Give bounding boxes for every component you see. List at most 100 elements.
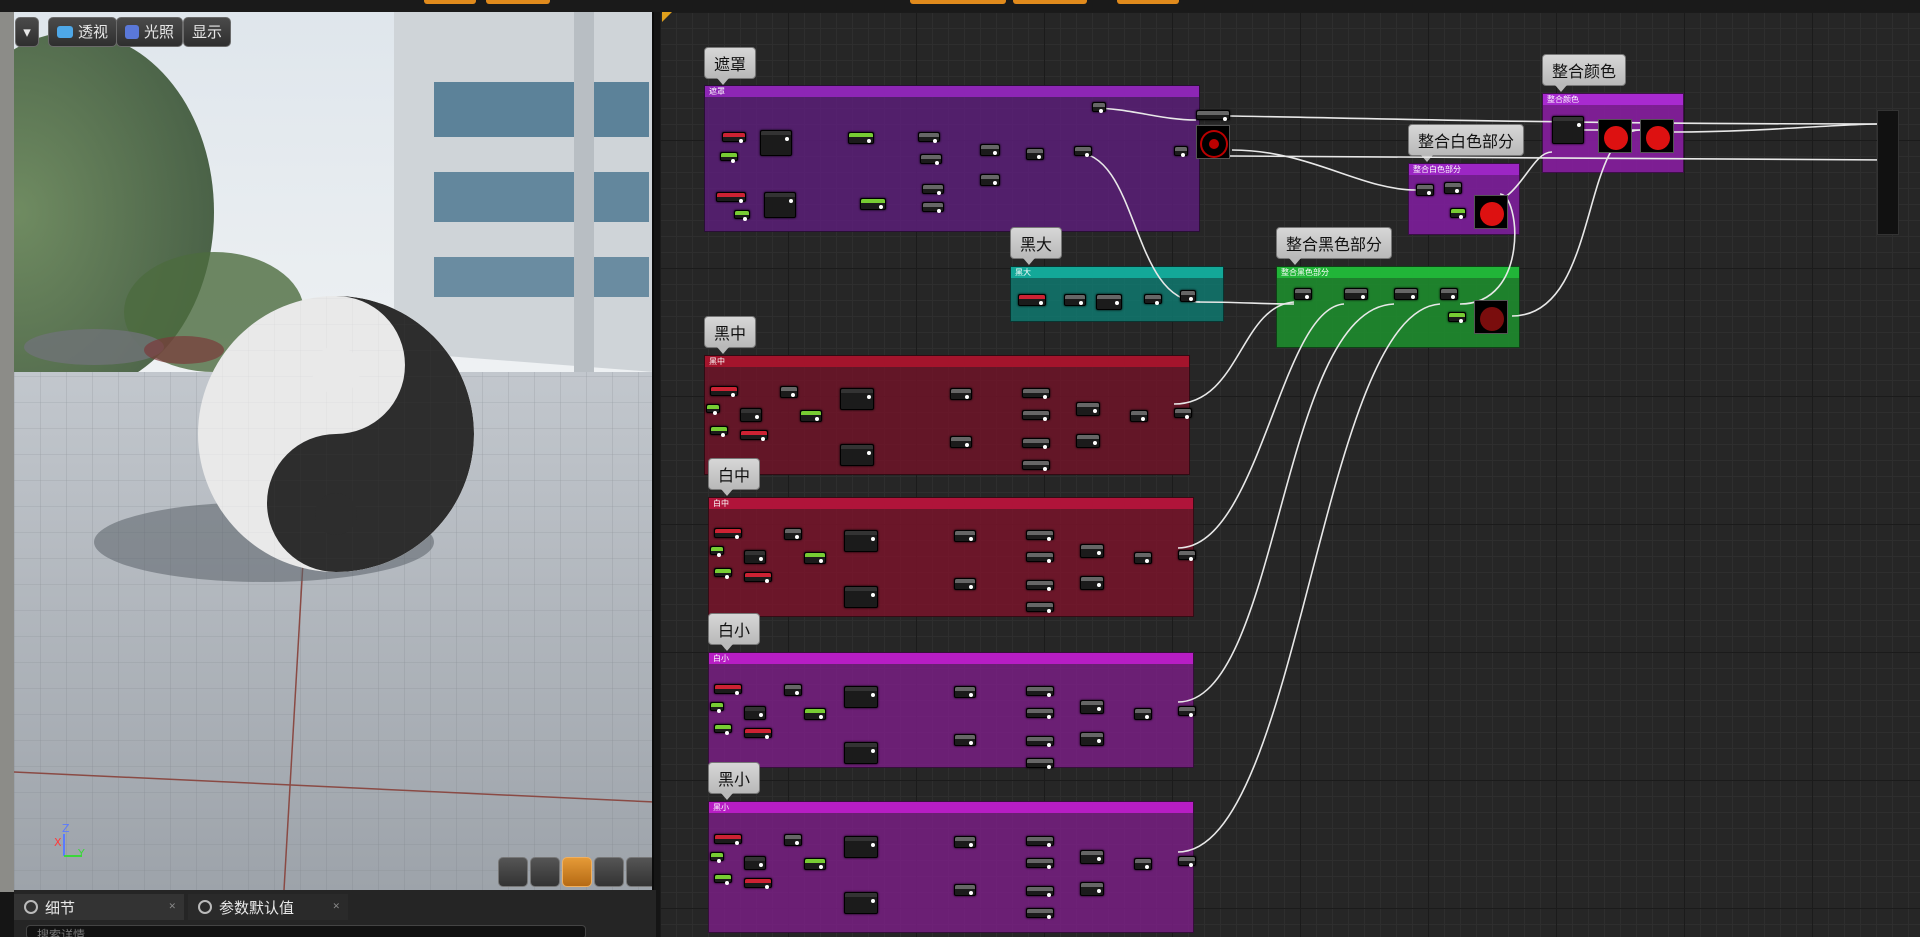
- material-node[interactable]: [1022, 410, 1050, 421]
- output-pin-icon[interactable]: [1427, 191, 1431, 195]
- output-pin-icon[interactable]: [1047, 693, 1051, 697]
- node-preview-merge-color-a[interactable]: [1598, 119, 1632, 153]
- preview-mesh-button[interactable]: [626, 857, 652, 887]
- material-node[interactable]: [954, 734, 976, 746]
- material-node[interactable]: [1196, 110, 1230, 121]
- output-pin-icon[interactable]: [721, 433, 725, 437]
- material-node[interactable]: [1026, 758, 1054, 769]
- node-preview-mask[interactable]: [1196, 125, 1230, 159]
- material-node[interactable]: [1130, 410, 1148, 422]
- material-node[interactable]: [1178, 550, 1196, 561]
- output-pin-icon[interactable]: [735, 535, 739, 539]
- lit-mode-button[interactable]: 光照: [116, 17, 184, 47]
- material-node[interactable]: [1080, 544, 1104, 558]
- close-icon[interactable]: ✕: [332, 902, 340, 912]
- close-icon[interactable]: ✕: [168, 902, 176, 912]
- material-node[interactable]: [1026, 858, 1054, 869]
- material-node[interactable]: [710, 426, 728, 437]
- material-node[interactable]: [918, 132, 940, 143]
- material-node[interactable]: [710, 852, 724, 863]
- material-node[interactable]: [1144, 294, 1162, 305]
- output-pin-icon[interactable]: [965, 443, 969, 447]
- material-node[interactable]: [1344, 288, 1368, 300]
- material-node[interactable]: [1080, 732, 1104, 746]
- output-pin-icon[interactable]: [1185, 415, 1189, 419]
- search-details-input[interactable]: 搜索详情: [26, 925, 586, 937]
- output-pin-icon[interactable]: [1047, 843, 1051, 847]
- material-node[interactable]: [744, 878, 772, 889]
- output-pin-icon[interactable]: [819, 559, 823, 563]
- output-pin-icon[interactable]: [1189, 713, 1193, 717]
- material-node[interactable]: [800, 410, 822, 422]
- output-pin-icon[interactable]: [791, 393, 795, 397]
- output-pin-icon[interactable]: [1141, 417, 1145, 421]
- material-node[interactable]: [1080, 576, 1104, 590]
- output-pin-icon[interactable]: [1043, 417, 1047, 421]
- material-node[interactable]: [844, 586, 878, 608]
- output-pin-icon[interactable]: [867, 139, 871, 143]
- output-pin-icon[interactable]: [1039, 301, 1043, 305]
- preview-plane-button[interactable]: [562, 857, 592, 887]
- material-node[interactable]: [848, 132, 874, 144]
- output-pin-icon[interactable]: [993, 181, 997, 185]
- material-node[interactable]: [804, 708, 826, 720]
- output-pin-icon[interactable]: [879, 205, 883, 209]
- output-pin-icon[interactable]: [1043, 467, 1047, 471]
- output-pin-icon[interactable]: [785, 137, 789, 141]
- output-pin-icon[interactable]: [1145, 559, 1149, 563]
- material-node[interactable]: [1026, 148, 1044, 160]
- material-node[interactable]: [1026, 736, 1054, 747]
- material-node[interactable]: [1450, 208, 1466, 219]
- output-pin-icon[interactable]: [739, 139, 743, 143]
- output-pin-icon[interactable]: [871, 693, 875, 697]
- output-pin-icon[interactable]: [1189, 557, 1193, 561]
- output-pin-icon[interactable]: [969, 741, 973, 745]
- output-pin-icon[interactable]: [1047, 915, 1051, 919]
- toolbar-tab-3[interactable]: [910, 0, 1006, 4]
- output-pin-icon[interactable]: [1097, 551, 1101, 555]
- material-node[interactable]: [1440, 288, 1458, 300]
- toolbar-tab-2[interactable]: [486, 0, 550, 4]
- material-node[interactable]: [1294, 288, 1312, 300]
- material-node[interactable]: [1134, 552, 1152, 564]
- node-preview-merge-white[interactable]: [1474, 195, 1508, 229]
- output-pin-icon[interactable]: [1223, 117, 1227, 121]
- perspective-button[interactable]: 透视: [48, 17, 118, 47]
- material-node[interactable]: [954, 686, 976, 698]
- output-pin-icon[interactable]: [725, 731, 729, 735]
- material-node[interactable]: [706, 404, 720, 415]
- material-node[interactable]: [840, 388, 874, 410]
- material-node[interactable]: [1174, 408, 1192, 419]
- output-pin-icon[interactable]: [1097, 857, 1101, 861]
- material-node[interactable]: [844, 742, 878, 764]
- output-pin-icon[interactable]: [937, 209, 941, 213]
- output-pin-icon[interactable]: [1097, 889, 1101, 893]
- output-pin-icon[interactable]: [1097, 707, 1101, 711]
- output-pin-icon[interactable]: [1145, 715, 1149, 719]
- material-node[interactable]: [980, 174, 1000, 186]
- material-node[interactable]: [954, 578, 976, 590]
- material-node[interactable]: [844, 836, 878, 858]
- material-node[interactable]: [1026, 602, 1054, 613]
- output-pin-icon[interactable]: [1047, 587, 1051, 591]
- output-pin-icon[interactable]: [1577, 123, 1581, 127]
- material-node[interactable]: [714, 684, 742, 695]
- output-pin-icon[interactable]: [1451, 295, 1455, 299]
- material-node[interactable]: [1064, 294, 1086, 306]
- output-pin-icon[interactable]: [819, 715, 823, 719]
- viewport-options-button[interactable]: ▾: [15, 17, 39, 47]
- material-node[interactable]: [710, 546, 724, 557]
- material-graph-canvas[interactable]: 遮罩 黑大 黑中 白中 白小 黑小 整合黑色部分 整合白色部分 整合颜色 遮罩 …: [660, 12, 1920, 937]
- output-pin-icon[interactable]: [795, 535, 799, 539]
- output-pin-icon[interactable]: [759, 557, 763, 561]
- material-node[interactable]: [714, 568, 732, 579]
- output-pin-icon[interactable]: [759, 863, 763, 867]
- material-node[interactable]: [716, 192, 746, 203]
- output-pin-icon[interactable]: [969, 537, 973, 541]
- output-pin-icon[interactable]: [867, 395, 871, 399]
- material-node[interactable]: [844, 686, 878, 708]
- output-pin-icon[interactable]: [743, 217, 747, 221]
- material-node[interactable]: [760, 130, 792, 156]
- output-pin-icon[interactable]: [731, 393, 735, 397]
- material-node[interactable]: [840, 444, 874, 466]
